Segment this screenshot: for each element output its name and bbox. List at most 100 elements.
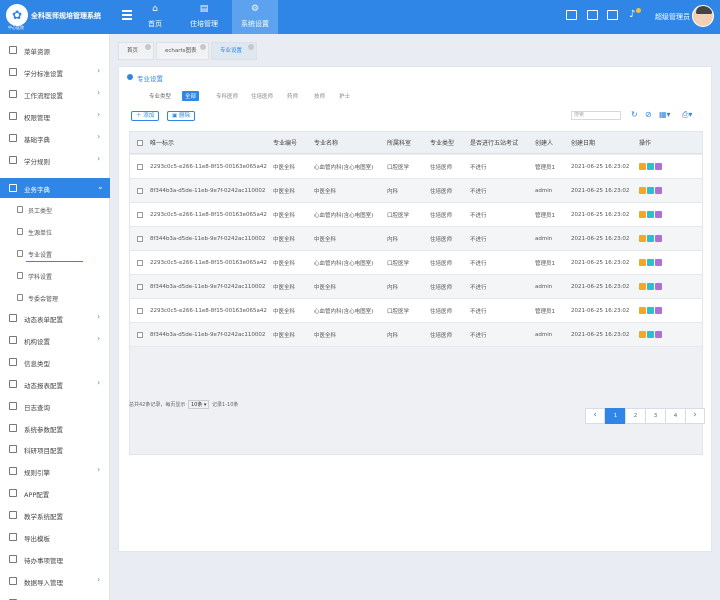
delete-icon[interactable] [655,163,662,170]
select-all-checkbox[interactable] [137,139,143,146]
sidebar-item[interactable]: 教学系统配置 [0,505,110,525]
column-header[interactable]: 专业编号 [273,132,297,153]
sidebar-subitem[interactable]: 学科设置 [0,266,110,286]
next-page-button[interactable]: › [685,408,705,424]
sidebar-item[interactable]: 日志查询 [0,396,110,416]
filter-option[interactable]: 专科医师 [216,92,238,100]
sidebar-item[interactable]: 菜单资源 [0,40,110,60]
edit-icon[interactable] [639,307,646,314]
topnav-tab[interactable]: ⌂ 首页 [138,0,172,34]
sidebar-item[interactable]: 工作流程设置 › [0,84,110,104]
monitor-icon[interactable] [587,10,598,20]
sidebar-item[interactable]: 权限管理 › [0,106,110,126]
filter-option[interactable]: 护士 [339,92,350,100]
column-header[interactable]: 创建人 [535,132,553,153]
delete-icon[interactable] [655,211,662,218]
search-input[interactable]: 搜索 [571,111,621,120]
view-icon[interactable] [647,187,654,194]
sidebar-item[interactable]: 信息类型 [0,352,110,372]
page-number-button[interactable]: 3 [645,408,666,424]
filter-option[interactable]: 全部 [182,91,200,101]
view-icon[interactable] [647,307,654,314]
edit-icon[interactable] [639,283,646,290]
sidebar-subitem[interactable]: 专委会管理 [0,288,110,308]
avatar[interactable] [692,5,714,27]
close-icon[interactable] [145,44,151,50]
row-checkbox[interactable] [137,307,143,314]
sidebar-item[interactable]: 业务字典 ⌄ [0,178,110,198]
row-checkbox[interactable] [137,235,143,242]
edit-icon[interactable] [639,259,646,266]
edit-icon[interactable] [639,187,646,194]
topnav-tab[interactable]: ▤ 住培管理 [182,0,226,34]
view-icon[interactable] [647,259,654,266]
column-header[interactable]: 操作 [639,132,651,153]
view-icon[interactable] [647,235,654,242]
filter-option[interactable]: 住培医师 [251,92,273,100]
print-icon[interactable]: ⎙▾ [682,110,692,120]
filter-option[interactable]: 技师 [314,92,325,100]
columns-icon[interactable]: ▦▾ [659,110,671,119]
sidebar-item[interactable]: word模板管理› [0,593,110,600]
topnav-tab[interactable]: ⚙ 系统设置 [232,0,278,34]
image-icon[interactable] [566,10,577,20]
sidebar-item[interactable]: 待办事项管理 [0,549,110,569]
page-number-button[interactable]: 1 [605,408,626,424]
refresh-icon[interactable]: ↻ [631,110,638,119]
column-header[interactable]: 创建日期 [571,132,595,153]
delete-icon[interactable] [655,331,662,338]
view-icon[interactable] [647,331,654,338]
view-icon[interactable] [647,211,654,218]
menu-toggle-icon[interactable] [122,10,132,22]
page-tab[interactable]: 专业设置 [211,42,257,60]
column-header[interactable]: 专业类型 [430,132,454,153]
page-number-button[interactable]: 4 [665,408,686,424]
edit-icon[interactable] [639,211,646,218]
edit-icon[interactable] [639,331,646,338]
close-icon[interactable] [248,44,254,50]
sidebar-item[interactable]: 科研项目配置 [0,439,110,459]
sidebar-item[interactable]: 动态报表配置 › [0,374,110,394]
screen-icon[interactable] [607,10,618,20]
close-icon[interactable] [200,44,206,50]
column-header[interactable]: 是否进行五站考试 [470,132,518,153]
row-checkbox[interactable] [137,331,143,338]
sidebar-item[interactable]: 规则引擎 › [0,461,110,481]
row-checkbox[interactable] [137,187,143,194]
sidebar-item[interactable]: 动态表单配置 › [0,308,110,328]
sidebar-subitem[interactable]: 员工类型 [0,200,110,220]
toggle-view-icon[interactable]: ⊘ [645,110,652,119]
page-tab[interactable]: 首页 [118,42,154,60]
column-header[interactable]: 所属科室 [387,132,411,153]
view-icon[interactable] [647,283,654,290]
page-tab[interactable]: echarts图表 [156,42,209,60]
edit-icon[interactable] [639,235,646,242]
delete-icon[interactable] [655,259,662,266]
sidebar-item[interactable]: 学分规则 › [0,150,110,170]
prev-page-button[interactable]: ‹ [585,408,605,424]
user-name[interactable]: 超级管理员 [655,12,690,22]
delete-icon[interactable] [655,283,662,290]
bell-icon[interactable]: ♪ [629,9,635,20]
sidebar-item[interactable]: 学分标准设置 › [0,62,110,82]
add-button[interactable]: ＋ 添加 [131,111,160,121]
row-checkbox[interactable] [137,163,143,170]
sidebar-subitem[interactable]: 生源单位 [0,222,110,242]
sidebar-item[interactable]: 系统参数配置 [0,418,110,438]
delete-button[interactable]: ▣ 删除 [167,111,195,121]
row-checkbox[interactable] [137,259,143,266]
filter-option[interactable]: 药师 [287,92,298,100]
sidebar-item[interactable]: 机构设置 › [0,330,110,350]
sidebar-subitem[interactable]: 专业设置 [0,244,110,264]
sidebar-item[interactable]: 基础字典 › [0,128,110,148]
edit-icon[interactable] [639,163,646,170]
delete-icon[interactable] [655,235,662,242]
delete-icon[interactable] [655,307,662,314]
column-header[interactable]: 唯一标示 [150,132,174,153]
view-icon[interactable] [647,163,654,170]
page-number-button[interactable]: 2 [625,408,646,424]
sidebar-item[interactable]: 数据导入管理 › [0,571,110,591]
delete-icon[interactable] [655,187,662,194]
column-header[interactable]: 专业名称 [314,132,338,153]
row-checkbox[interactable] [137,211,143,218]
